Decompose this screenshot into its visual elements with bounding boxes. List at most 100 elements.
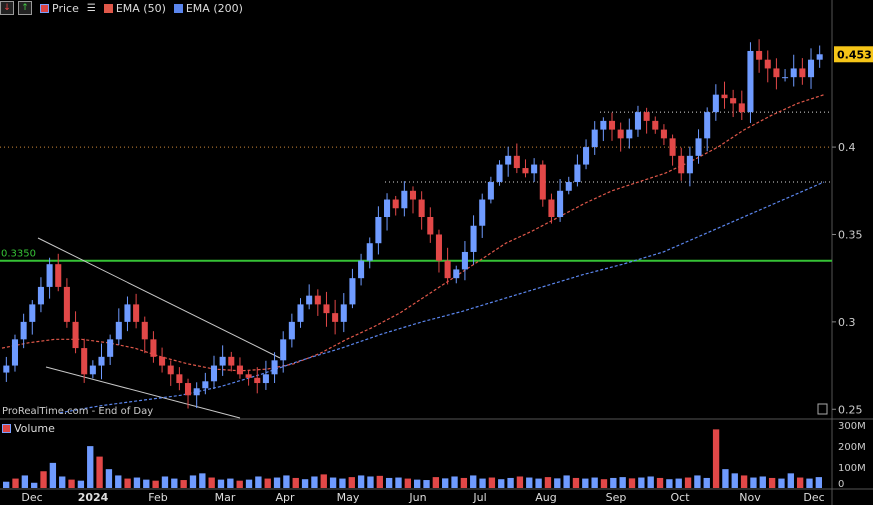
volume-bar <box>582 478 589 488</box>
candle-body <box>63 286 70 322</box>
volume-bar <box>49 462 57 488</box>
volume-bar <box>768 477 776 488</box>
candle-body <box>608 120 616 130</box>
volume-bar <box>133 477 141 488</box>
volume-bar <box>451 476 458 488</box>
candle-body <box>764 59 771 69</box>
candle-body <box>600 120 607 130</box>
volume-bar <box>227 478 234 488</box>
volume-bar <box>619 477 626 488</box>
x-tick-label: Feb <box>148 491 167 504</box>
x-tick-label: Nov <box>739 491 761 504</box>
volume-title: Volume <box>14 422 55 435</box>
volume-bar <box>703 477 710 488</box>
candle-body <box>159 356 166 366</box>
candle-body <box>591 129 598 148</box>
volume-bar <box>470 475 477 488</box>
volume-bar <box>600 479 608 488</box>
volume-bar <box>694 475 701 488</box>
candle-body <box>236 365 243 375</box>
volume-bar <box>273 477 281 488</box>
volume-bar <box>479 478 486 488</box>
volume-bar <box>292 477 299 488</box>
volume-bar <box>759 476 766 488</box>
volume-bar <box>544 477 552 488</box>
volume-bar <box>357 475 365 488</box>
volume-bar <box>488 477 496 488</box>
x-tick-label: Dec <box>21 491 42 504</box>
volume-bar <box>610 477 617 488</box>
volume-bar <box>40 471 47 488</box>
candle-body <box>280 339 287 361</box>
volume-bar <box>722 469 729 488</box>
candle-body <box>219 356 226 366</box>
candle-body <box>678 155 685 174</box>
volume-bar <box>498 479 505 488</box>
candle-body <box>799 68 806 78</box>
x-tick-label: Sep <box>606 491 627 504</box>
candle-body <box>539 164 546 200</box>
volume-bar <box>3 481 10 488</box>
candle-body <box>72 321 79 349</box>
volume-bar <box>731 473 738 488</box>
volume-swatch-icon <box>2 424 11 433</box>
volume-bar <box>329 477 337 488</box>
ema50-line <box>1 94 825 372</box>
volume-bar <box>283 475 290 488</box>
candle-body <box>634 112 641 130</box>
candle-body <box>3 365 10 373</box>
volume-tick-label: 200M <box>838 442 866 453</box>
volume-bar <box>684 477 692 488</box>
candle-body <box>115 321 122 340</box>
volume-bar <box>750 477 757 488</box>
volume-bar <box>189 475 197 488</box>
candle-body <box>271 360 278 375</box>
volume-panel-label: Volume <box>2 422 55 435</box>
volume-bar <box>423 480 430 488</box>
candle-body <box>81 348 88 375</box>
volume-bar <box>572 477 580 488</box>
volume-bar <box>255 476 262 488</box>
candle-body <box>332 313 339 322</box>
volume-bar <box>404 478 411 488</box>
volume-bar <box>414 479 421 488</box>
candle-body <box>375 217 382 244</box>
candle-body <box>37 286 44 305</box>
x-tick-label: May <box>337 491 360 504</box>
candle-body <box>461 251 468 270</box>
candle-body <box>782 77 789 79</box>
candle-body <box>496 164 503 183</box>
volume-bar <box>712 429 720 488</box>
candle-body <box>807 59 815 78</box>
volume-bar <box>124 478 131 488</box>
last-price-label: 0.4531 <box>837 48 873 61</box>
candle-body <box>531 164 538 174</box>
x-tick-label: Dec <box>803 491 824 504</box>
volume-bar <box>68 479 75 488</box>
volume-bar <box>638 477 645 488</box>
volume-bar <box>516 476 524 488</box>
candle-body <box>513 155 520 169</box>
candle-body <box>11 339 19 366</box>
ema200-line <box>59 181 825 414</box>
x-tick-label: Oct <box>670 491 690 504</box>
candle-body <box>686 155 693 174</box>
candle-body <box>574 164 581 183</box>
volume-bar <box>787 473 794 488</box>
x-tick-label: 2024 <box>78 491 109 504</box>
candle-body <box>254 377 261 384</box>
price-chart[interactable]: 0.25 0.3 0.35 0.4 0.3350 0.4531 0 100M 200M 300M D… <box>0 0 873 505</box>
candle-body <box>401 190 408 209</box>
volume-bar <box>796 477 804 488</box>
volume-bar <box>367 476 374 488</box>
volume-bar <box>21 475 29 488</box>
candle-body <box>323 304 330 314</box>
volume-bar <box>199 473 206 488</box>
x-tick-label: Jul <box>472 491 486 504</box>
volume-bar <box>507 477 514 488</box>
x-tick-label: Mar <box>215 491 236 504</box>
data-source-credit: ProRealTime.com - End of Day <box>2 406 154 417</box>
volume-tick-label: 100M <box>838 463 866 474</box>
candle-body <box>366 243 373 261</box>
y-tick-label: 0.25 <box>838 403 863 416</box>
